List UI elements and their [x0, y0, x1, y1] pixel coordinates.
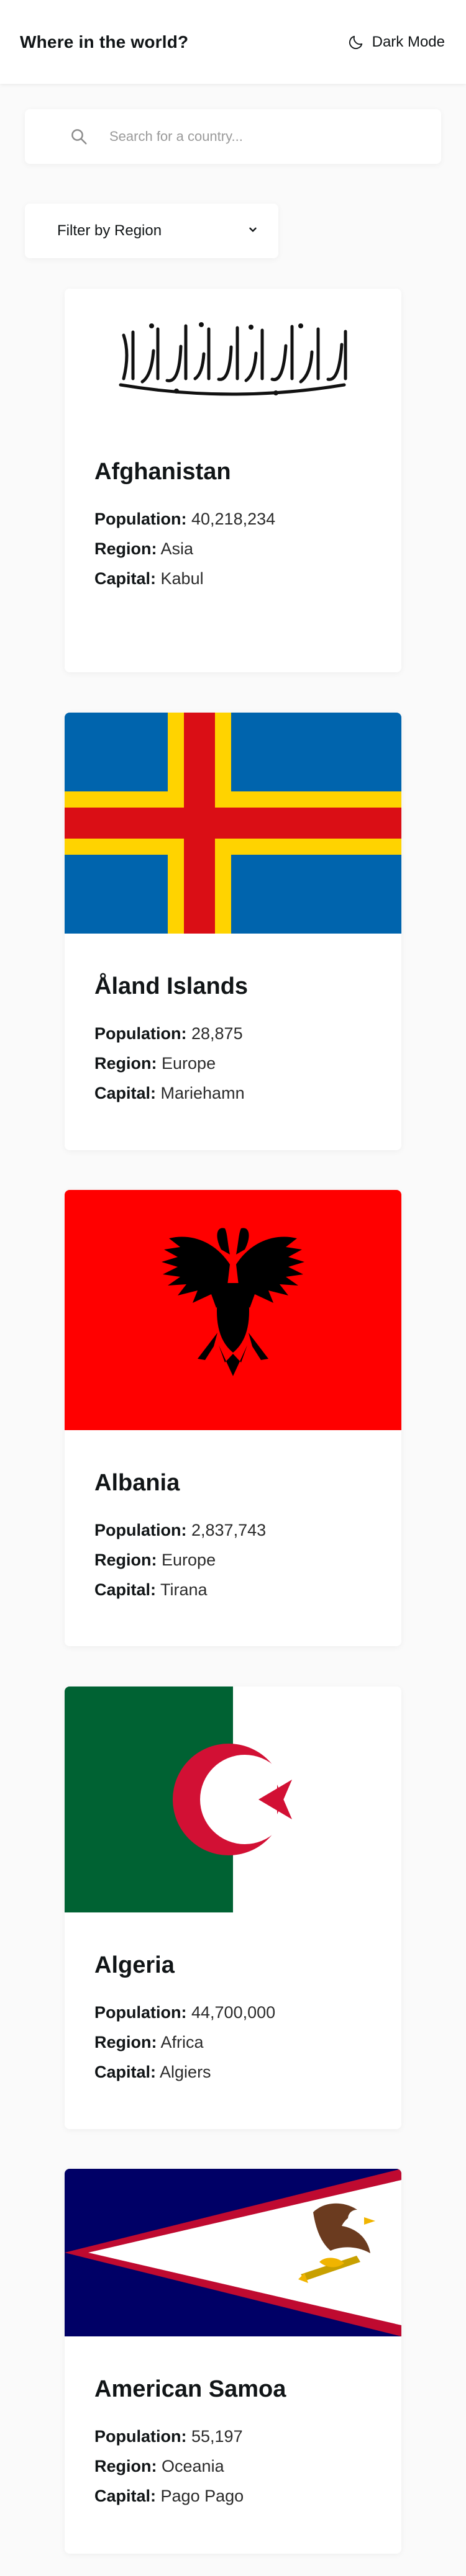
population-value: 44,700,000: [191, 2003, 276, 2022]
country-name: Algeria: [94, 1952, 175, 1978]
moon-icon: [347, 34, 365, 51]
population-value: 2,837,743: [191, 1521, 267, 1539]
region-value: Europe: [162, 1054, 216, 1073]
population-label: Population:: [94, 2427, 187, 2446]
population-label: Population:: [94, 2003, 187, 2022]
country-card[interactable]: American Samoa Population: 55,197 Region…: [65, 2169, 401, 2554]
population-line: Population: 28,875: [94, 1019, 372, 1048]
country-card[interactable]: Åland Islands Population: 28,875 Region:…: [65, 713, 401, 1150]
dark-mode-label: Dark Mode: [372, 33, 445, 50]
region-label: Region:: [94, 1551, 157, 1569]
population-line: Population: 44,700,000: [94, 1997, 372, 2027]
search-input[interactable]: [109, 128, 408, 145]
population-label: Population:: [94, 510, 187, 528]
capital-line: Capital: Mariehamn: [94, 1078, 372, 1108]
american-samoa-flag-icon: [65, 2169, 401, 2336]
region-line: Region: Europe: [94, 1048, 372, 1078]
region-label: Region:: [94, 1054, 157, 1073]
country-card[interactable]: Algeria Population: 44,700,000 Region: A…: [65, 1687, 401, 2129]
country-card[interactable]: Afghanistan Population: 40,218,234 Regio…: [65, 289, 401, 672]
algeria-flag-icon: [65, 1687, 401, 1912]
population-value: 55,197: [191, 2427, 243, 2446]
region-filter-label: Filter by Region: [57, 222, 162, 239]
population-line: Population: 55,197: [94, 2421, 372, 2451]
population-label: Population:: [94, 1024, 187, 1043]
region-value: Asia: [160, 539, 194, 558]
capital-value: Mariehamn: [160, 1084, 245, 1102]
region-value: Oceania: [162, 2457, 224, 2475]
region-label: Region:: [94, 2457, 157, 2475]
aland-islands-flag-icon: [65, 713, 401, 934]
population-line: Population: 2,837,743: [94, 1515, 372, 1545]
afghanistan-flag-icon: [65, 289, 401, 419]
capital-line: Capital: Pago Pago: [94, 2481, 372, 2511]
country-card[interactable]: Albania Population: 2,837,743 Region: Eu…: [65, 1190, 401, 1646]
region-filter-dropdown[interactable]: Filter by Region: [25, 204, 278, 258]
albania-flag-icon: [65, 1190, 401, 1430]
search-icon: [70, 127, 107, 146]
country-name: Afghanistan: [94, 459, 231, 485]
region-label: Region:: [94, 539, 157, 558]
region-line: Region: Asia: [94, 534, 372, 564]
region-label: Region:: [94, 2033, 157, 2051]
population-value: 40,218,234: [191, 510, 276, 528]
capital-label: Capital:: [94, 2063, 157, 2081]
region-line: Region: Europe: [94, 1545, 372, 1575]
population-line: Population: 40,218,234: [94, 504, 372, 534]
region-line: Region: Africa: [94, 2027, 372, 2057]
top-header: Where in the world? Dark Mode: [0, 0, 466, 84]
population-value: 28,875: [191, 1024, 243, 1043]
region-line: Region: Oceania: [94, 2451, 372, 2481]
app-title: Where in the world?: [20, 32, 189, 52]
search-box[interactable]: [25, 109, 441, 164]
capital-value: Algiers: [160, 2063, 211, 2081]
chevron-down-icon: [247, 222, 258, 240]
country-name: American Samoa: [94, 2376, 286, 2402]
capital-label: Capital:: [94, 1084, 157, 1102]
capital-line: Capital: Kabul: [94, 564, 372, 593]
capital-value: Kabul: [160, 569, 204, 588]
capital-label: Capital:: [94, 1580, 157, 1599]
capital-label: Capital:: [94, 2487, 157, 2505]
capital-line: Capital: Algiers: [94, 2057, 372, 2087]
capital-label: Capital:: [94, 569, 157, 588]
capital-line: Capital: Tirana: [94, 1575, 372, 1605]
country-name: Åland Islands: [94, 973, 249, 999]
dark-mode-toggle[interactable]: Dark Mode: [347, 34, 445, 51]
country-name: Albania: [94, 1470, 180, 1496]
population-label: Population:: [94, 1521, 187, 1539]
region-value: Europe: [162, 1551, 216, 1569]
region-value: Africa: [160, 2033, 204, 2051]
capital-value: Tirana: [160, 1580, 208, 1599]
capital-value: Pago Pago: [160, 2487, 244, 2505]
